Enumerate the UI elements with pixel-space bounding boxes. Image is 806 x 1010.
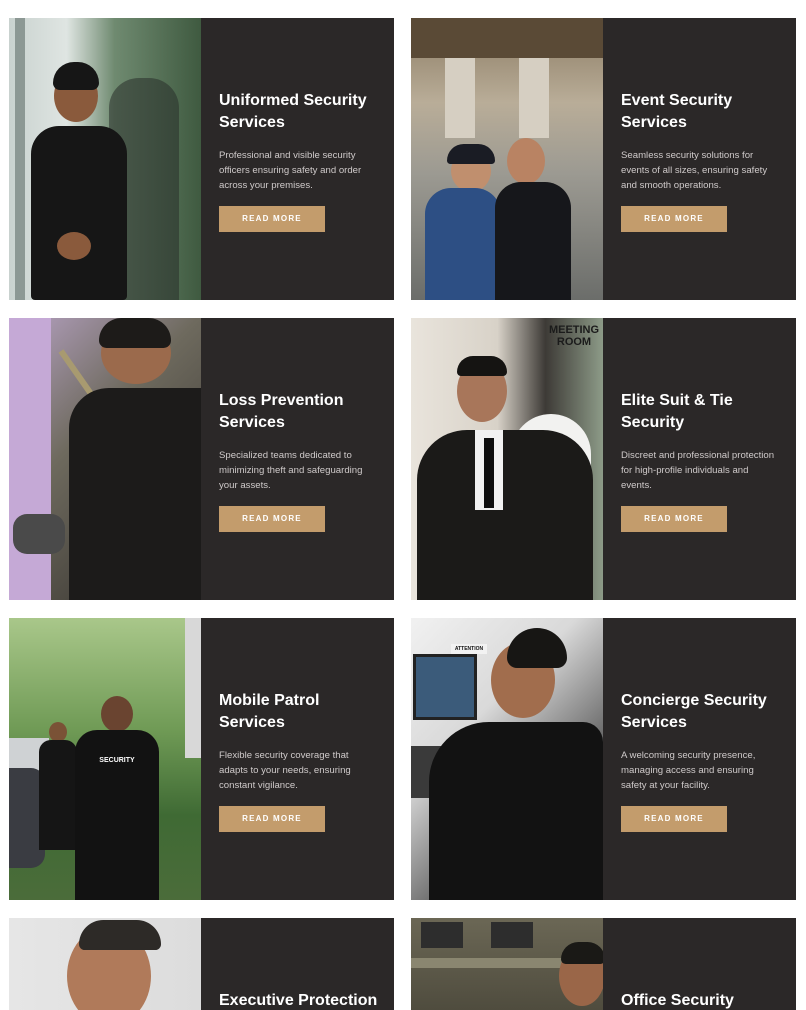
service-title: Concierge Security Services — [621, 692, 767, 731]
service-card-executive-protection: Executive Protection — [9, 918, 394, 1010]
read-more-button[interactable]: READ MORE — [621, 206, 727, 232]
service-title: Elite Suit & Tie Security — [621, 392, 733, 431]
read-more-button[interactable]: READ MORE — [219, 206, 325, 232]
service-card-elite-suit: MEETING ROOM Elite Suit & Tie Security D… — [411, 318, 796, 600]
service-description: Discreet and professional protection for… — [621, 450, 775, 491]
service-title: Event Security Services — [621, 92, 733, 131]
service-card-event: Event Security Services Seamless securit… — [411, 18, 796, 300]
meeting-room-sign: MEETING ROOM — [548, 324, 600, 348]
service-card-mobile-patrol: SECURITY Mobile Patrol Services Flexible… — [9, 618, 394, 900]
read-more-button[interactable]: READ MORE — [621, 806, 727, 832]
service-card-loss-prevention: Loss Prevention Services Specialized tea… — [9, 318, 394, 600]
services-grid: Uniformed Security Services Professional… — [0, 0, 806, 1010]
service-photo-concierge: ATTENTION — [411, 618, 603, 900]
read-more-button[interactable]: READ MORE — [219, 806, 325, 832]
service-photo-office-security — [411, 918, 603, 1010]
service-panel: Mobile Patrol Services Flexible security… — [201, 618, 394, 900]
service-photo-uniformed — [9, 18, 201, 300]
vest-logo-text: SECURITY — [99, 757, 135, 764]
service-description: Seamless security solutions for events o… — [621, 150, 768, 191]
service-panel: Loss Prevention Services Specialized tea… — [201, 318, 394, 600]
service-title: Loss Prevention Services — [219, 392, 344, 431]
service-description: A welcoming security presence, managing … — [621, 750, 756, 791]
attention-sign: ATTENTION — [451, 644, 487, 654]
service-photo-loss-prevention — [9, 318, 201, 600]
service-panel: Concierge Security Services A welcoming … — [603, 618, 796, 900]
service-photo-event — [411, 18, 603, 300]
service-card-office-security: Office Security — [411, 918, 796, 1010]
service-card-concierge: ATTENTION Concierge Security Services A … — [411, 618, 796, 900]
service-panel: Executive Protection — [201, 918, 394, 1010]
service-photo-executive-protection — [9, 918, 201, 1010]
service-photo-elite-suit: MEETING ROOM — [411, 318, 603, 600]
service-description: Professional and visible security office… — [219, 150, 362, 191]
service-title: Executive Protection — [219, 992, 378, 1009]
service-photo-mobile-patrol: SECURITY — [9, 618, 201, 900]
service-title: Uniformed Security Services — [219, 92, 367, 131]
service-panel: Uniformed Security Services Professional… — [201, 18, 394, 300]
service-panel: Event Security Services Seamless securit… — [603, 18, 796, 300]
read-more-button[interactable]: READ MORE — [621, 506, 727, 532]
service-description: Flexible security coverage that adapts t… — [219, 750, 351, 791]
read-more-button[interactable]: READ MORE — [219, 506, 325, 532]
service-title: Mobile Patrol Services — [219, 692, 320, 731]
service-description: Specialized teams dedicated to minimizin… — [219, 450, 363, 491]
service-panel: Elite Suit & Tie Security Discreet and p… — [603, 318, 796, 600]
service-title: Office Security — [621, 992, 734, 1009]
service-card-uniformed: Uniformed Security Services Professional… — [9, 18, 394, 300]
service-panel: Office Security — [603, 918, 796, 1010]
